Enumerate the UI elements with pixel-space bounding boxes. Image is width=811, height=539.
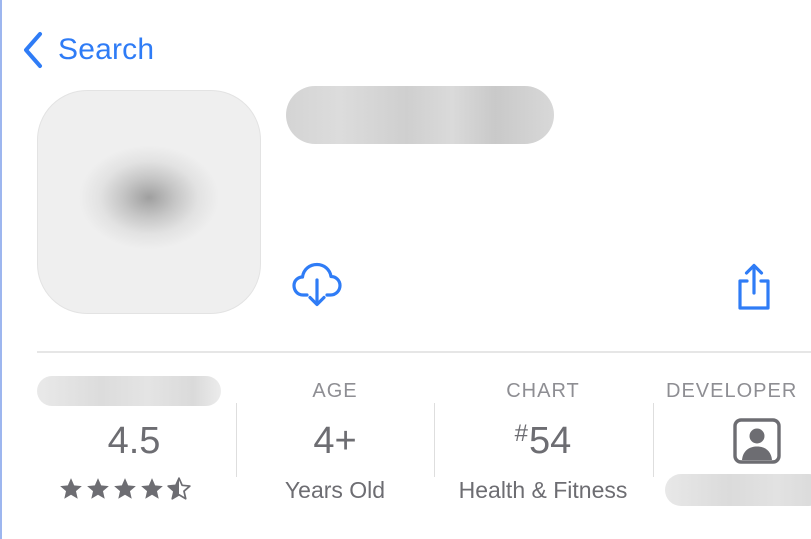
- section-divider: [37, 351, 811, 353]
- window-edge: [0, 0, 2, 539]
- chart-hash: #: [514, 420, 529, 447]
- star-icon: [114, 478, 136, 499]
- person-square-icon[interactable]: [733, 418, 781, 464]
- age-value: 4+: [313, 420, 357, 462]
- app-icon: [37, 90, 261, 314]
- age-subtitle: Years Old: [284, 477, 386, 503]
- chart-rank-value: 54: [529, 420, 572, 462]
- rating-value: 4.5: [107, 420, 161, 462]
- half-star-icon: [167, 477, 191, 500]
- ratings-count-redacted: [37, 376, 221, 406]
- app-store-product-page: Search 4.5 AGE 4+ Years Old CHART #54 He…: [0, 0, 811, 539]
- back-button[interactable]: Search: [22, 30, 154, 70]
- chart-header: CHART: [506, 380, 580, 402]
- chevron-left-icon: [24, 32, 42, 68]
- share-icon[interactable]: [734, 262, 774, 312]
- chart-category: Health & Fitness: [458, 477, 628, 503]
- developer-header: DEVELOPER: [666, 380, 798, 402]
- app-title-redacted: [286, 86, 554, 144]
- column-separator: [653, 403, 654, 477]
- back-label: Search: [58, 33, 155, 66]
- cloud-download-icon[interactable]: [291, 258, 343, 310]
- star-icon: [141, 478, 163, 499]
- developer-name-redacted[interactable]: [665, 474, 811, 506]
- chart-rank: #54: [434, 420, 652, 463]
- star-icon: [60, 478, 82, 499]
- star-rating: [58, 476, 192, 502]
- age-header: AGE: [312, 380, 358, 402]
- star-icon: [87, 478, 109, 499]
